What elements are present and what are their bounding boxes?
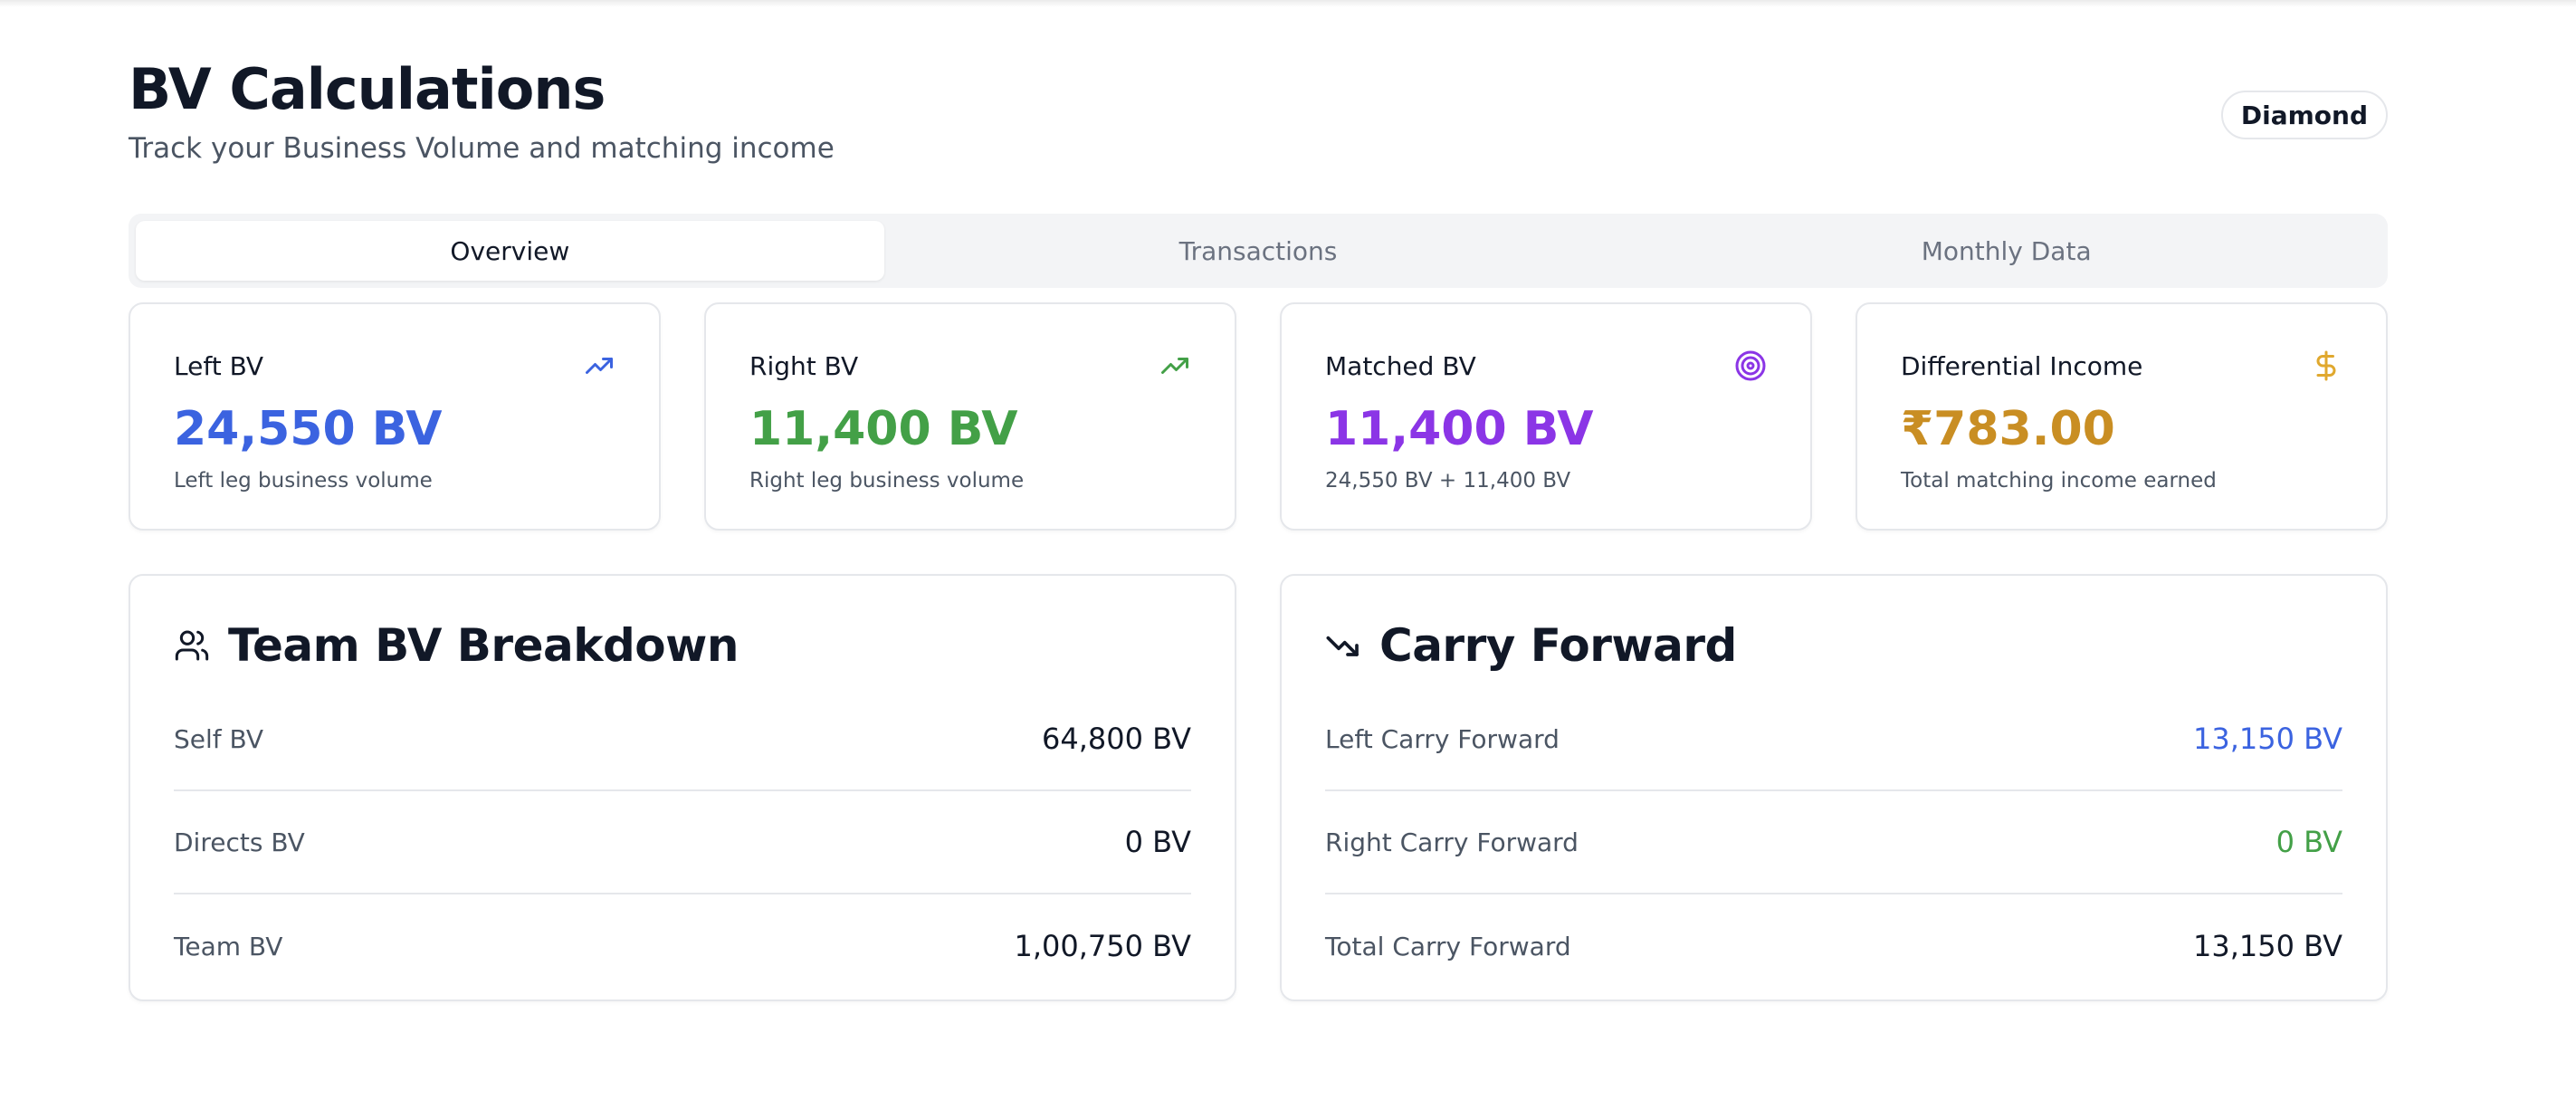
row-value: 13,150 BV	[2193, 722, 2342, 756]
page-header: BV Calculations Track your Business Volu…	[129, 0, 2388, 214]
target-icon	[1735, 350, 1766, 381]
stat-description: 24,550 BV + 11,400 BV	[1325, 469, 1571, 493]
stat-description: Total matching income earned	[1901, 469, 2217, 493]
stat-label: Differential Income	[1901, 351, 2143, 381]
stat-card-left-bv: Left BV 24,550 BV Left leg business volu…	[129, 302, 661, 531]
breakdown-list: Self BV 64,800 BV Directs BV 0 BV Team B…	[174, 688, 1191, 998]
trending-down-icon	[1326, 636, 1359, 656]
panel-title: Carry Forward	[1379, 619, 1737, 672]
row-value: 64,800 BV	[1042, 722, 1191, 756]
row-label: Directs BV	[174, 827, 305, 857]
trending-up-icon	[1161, 358, 1188, 374]
stat-value: ₹783.00	[1901, 402, 2115, 456]
row-value: 0 BV	[1124, 825, 1191, 859]
panel-title: Team BV Breakdown	[228, 619, 739, 672]
list-item: Directs BV 0 BV	[174, 791, 1191, 894]
panel-header: Team BV Breakdown	[174, 619, 739, 672]
carry-forward-list: Left Carry Forward 13,150 BV Right Carry…	[1325, 688, 2342, 998]
trending-up-icon	[586, 358, 613, 374]
stat-value: 24,550 BV	[174, 402, 443, 456]
stat-value: 11,400 BV	[749, 402, 1018, 456]
team-bv-breakdown-card: Team BV Breakdown Self BV 64,800 BV Dire…	[129, 574, 1236, 1001]
stat-label: Right BV	[749, 351, 859, 381]
dollar-icon	[2316, 350, 2336, 381]
list-item: Total Carry Forward 13,150 BV	[1325, 894, 2342, 998]
stat-card-matched-bv: Matched BV 11,400 BV 24,550 BV + 11,400 …	[1280, 302, 1812, 531]
list-item: Self BV 64,800 BV	[174, 688, 1191, 791]
list-item: Team BV 1,00,750 BV	[174, 894, 1191, 998]
stat-description: Right leg business volume	[749, 469, 1025, 493]
tab-overview[interactable]: Overview	[136, 221, 884, 281]
page-subtitle: Track your Business Volume and matching …	[129, 132, 835, 165]
stat-description: Left leg business volume	[174, 469, 433, 493]
users-icon	[175, 630, 209, 661]
stat-label: Left BV	[174, 351, 264, 381]
list-item: Right Carry Forward 0 BV	[1325, 791, 2342, 894]
rank-badge: Diamond	[2220, 91, 2388, 139]
bv-calculations-page: BV Calculations Track your Business Volu…	[129, 0, 2388, 1001]
stat-card-right-bv: Right BV 11,400 BV Right leg business vo…	[704, 302, 1236, 531]
tab-transactions[interactable]: Transactions	[884, 221, 1633, 281]
row-label: Total Carry Forward	[1325, 931, 1571, 961]
detail-panels: Team BV Breakdown Self BV 64,800 BV Dire…	[129, 574, 2388, 1001]
stat-cards: Left BV 24,550 BV Left leg business volu…	[129, 302, 2388, 531]
tab-bar: Overview Transactions Monthly Data	[129, 214, 2388, 288]
tab-monthly-data[interactable]: Monthly Data	[1632, 221, 2380, 281]
row-value: 0 BV	[2275, 825, 2342, 859]
row-label: Left Carry Forward	[1325, 723, 1560, 754]
row-value: 1,00,750 BV	[1014, 929, 1191, 963]
row-value: 13,150 BV	[2193, 929, 2342, 963]
row-label: Team BV	[174, 931, 283, 961]
panel-header: Carry Forward	[1325, 619, 1737, 672]
row-label: Self BV	[174, 723, 264, 754]
stat-card-differential-income: Differential Income ₹783.00 Total matchi…	[1856, 302, 2388, 531]
stat-value: 11,400 BV	[1325, 402, 1594, 456]
page-title: BV Calculations	[129, 56, 606, 122]
carry-forward-card: Carry Forward Left Carry Forward 13,150 …	[1280, 574, 2388, 1001]
row-label: Right Carry Forward	[1325, 827, 1579, 857]
list-item: Left Carry Forward 13,150 BV	[1325, 688, 2342, 791]
stat-label: Matched BV	[1325, 351, 1476, 381]
